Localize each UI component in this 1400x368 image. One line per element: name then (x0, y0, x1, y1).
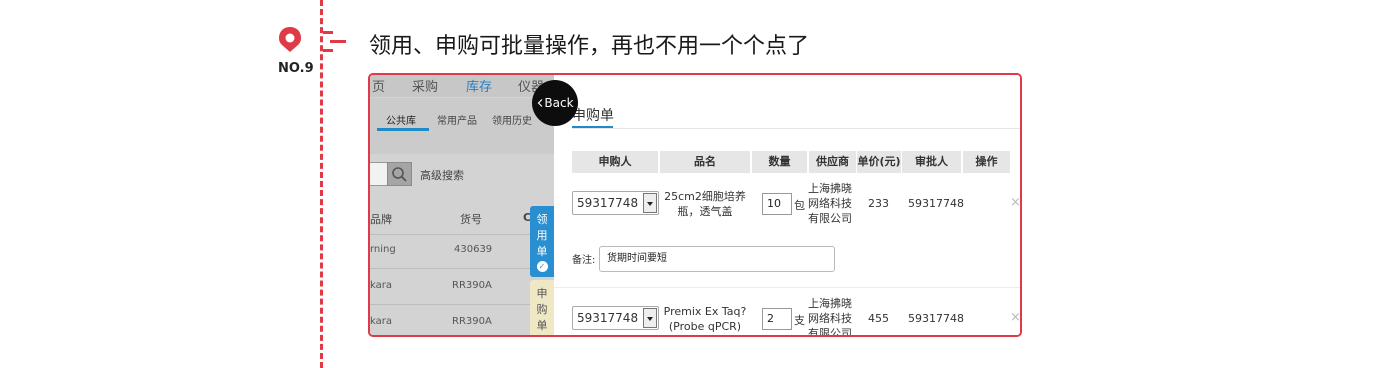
search-input[interactable] (370, 162, 388, 186)
requester-value: 59317748 (577, 311, 639, 325)
title-divider (572, 128, 1020, 129)
cell-sku: RR390A (452, 316, 492, 327)
tab-char: 单 (536, 319, 548, 332)
tab-char: 单 (536, 245, 548, 258)
header-product: 品名 (660, 151, 750, 173)
header-supplier: 供应商 (809, 151, 856, 173)
purchase-list-tab[interactable]: 申 购 单 (530, 280, 554, 337)
slide-number: NO.9 (278, 61, 314, 76)
header-price: 单价(元) (857, 151, 901, 173)
header-requester: 申购人 (572, 151, 658, 173)
sub-nav: 公共库 常用产品 领用历史 (370, 98, 554, 154)
tab-char: 领 (536, 213, 548, 226)
search-button[interactable] (387, 162, 412, 186)
checkmark-icon: ✓ (536, 261, 548, 272)
requester-value: 59317748 (577, 196, 639, 210)
unit-price: 233 (868, 197, 889, 210)
title-underline (572, 126, 613, 128)
badge-icon (537, 335, 548, 337)
headline: 领用、申购可批量操作，再也不用一个个点了 (369, 34, 810, 59)
product-name: 25cm2细胞培养 瓶，透气盖 (660, 189, 750, 219)
chevron-down-icon[interactable] (643, 308, 657, 328)
cell-brand: kara (370, 280, 392, 291)
row-divider (370, 234, 530, 235)
panel-title: 申购单 (572, 108, 614, 124)
supplier-line: 网络科技 (808, 312, 852, 325)
row-separator (554, 287, 1020, 288)
supplier-line: 有限公司 (808, 327, 852, 337)
product-line: (Probe qPCR) (668, 320, 742, 333)
quantity-input[interactable]: 2 (762, 308, 792, 330)
supplier-line: 上海拂晓 (808, 297, 852, 310)
unit-label: 包 (794, 199, 805, 212)
cell-sku: 430639 (454, 244, 493, 255)
delete-icon[interactable]: × (1010, 310, 1020, 325)
cell-brand: kara (370, 316, 392, 327)
supplier-line: 上海拂晓 (808, 182, 852, 195)
note-label: 备注: (572, 255, 596, 266)
chevron-down-icon[interactable] (643, 193, 657, 213)
dimmed-app-background: 页 采购 库存 仪器 公共库 常用产品 领用历史 高级搜索 品牌 货号 C rn… (370, 75, 554, 337)
header-approver: 审批人 (902, 151, 961, 173)
search-icon (392, 167, 407, 182)
collect-list-tab[interactable]: 领 用 单 ✓ (530, 206, 554, 277)
approver: 59317748 (908, 197, 964, 210)
location-pin-icon (279, 27, 301, 52)
header-action: 操作 (963, 151, 1010, 173)
subnav-public-library[interactable]: 公共库 (386, 112, 416, 127)
subnav-common-products[interactable]: 常用产品 (437, 112, 477, 127)
tab-char: 申 (536, 287, 548, 300)
product-name: Premix Ex Taq? (Probe qPCR) (660, 304, 750, 334)
product-line: Premix Ex Taq? (663, 305, 747, 318)
timeline-line (320, 0, 323, 368)
timeline-tick (323, 49, 333, 52)
requester-select[interactable]: 59317748 (572, 306, 659, 330)
nav-item-purchase[interactable]: 采购 (412, 76, 438, 95)
timeline-tick (323, 31, 333, 34)
product-line: 瓶，透气盖 (677, 205, 733, 218)
supplier-line: 有限公司 (808, 212, 852, 225)
back-button[interactable]: Back (532, 80, 578, 126)
tab-char: 购 (536, 303, 548, 316)
advanced-search-link[interactable]: 高级搜索 (420, 167, 464, 183)
screenshot-frame: 页 采购 库存 仪器 公共库 常用产品 领用历史 高级搜索 品牌 货号 C rn… (368, 73, 1022, 337)
back-label: Back (544, 96, 574, 110)
approver: 59317748 (908, 312, 964, 325)
top-nav: 页 采购 库存 仪器 (370, 75, 554, 97)
requester-select[interactable]: 59317748 (572, 191, 659, 215)
row-divider (370, 304, 530, 305)
row-divider (370, 268, 530, 269)
unit-price: 455 (868, 312, 889, 325)
quantity-input[interactable]: 10 (762, 193, 792, 215)
note-input[interactable]: 货期时间要短 (599, 246, 835, 272)
slide: NO.9 领用、申购可批量操作，再也不用一个个点了 页 采购 库存 仪器 公共库… (0, 0, 1400, 368)
column-header-sku: 货号 (460, 213, 482, 226)
supplier-name: 上海拂晓 网络科技 有限公司 (808, 181, 852, 226)
delete-icon[interactable]: × (1010, 195, 1020, 210)
timeline-tick (330, 40, 346, 43)
active-tab-underline (377, 128, 429, 131)
unit-label: 支 (794, 314, 805, 327)
nav-item-inventory[interactable]: 库存 (466, 76, 492, 95)
subnav-collect-history[interactable]: 领用历史 (492, 112, 532, 127)
supplier-name: 上海拂晓 网络科技 有限公司 (808, 296, 852, 337)
cell-sku: RR390A (452, 280, 492, 291)
cell-brand: rning (370, 244, 396, 255)
product-line: 25cm2细胞培养 (664, 190, 746, 203)
chevron-left-icon (537, 99, 543, 107)
column-header-brand: 品牌 (370, 213, 392, 226)
nav-item-home[interactable]: 页 (372, 76, 385, 95)
header-qty: 数量 (752, 151, 807, 173)
supplier-line: 网络科技 (808, 197, 852, 210)
purchase-panel: 申购单 申购人 品名 数量 供应商 单价(元) 审批人 操作 59317748 … (554, 75, 1020, 337)
tab-char: 用 (536, 229, 548, 242)
